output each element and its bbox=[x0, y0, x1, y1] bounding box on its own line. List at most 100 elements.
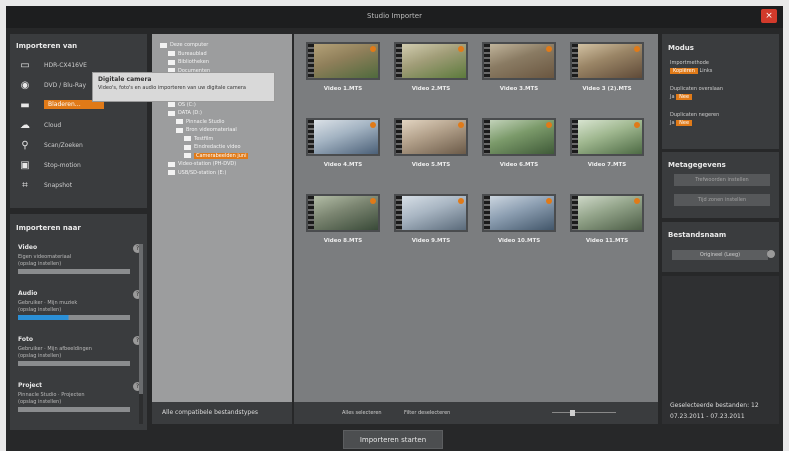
zoom-slider-handle[interactable] bbox=[570, 410, 575, 416]
media-thumbnail[interactable]: Video 8.MTS bbox=[306, 194, 380, 244]
skip-duplicates-yes[interactable]: Ja bbox=[670, 94, 675, 100]
tree-node-label: USB/SD-station (E:) bbox=[178, 169, 227, 176]
filename-dropdown[interactable]: Origineel (Leeg) bbox=[672, 250, 768, 260]
destination-scrollbar[interactable] bbox=[139, 244, 143, 424]
media-grid: Video 1.MTS Video 2.MTS Video 3.MTS Video 3… bbox=[294, 34, 658, 402]
source-item[interactable]: ⚲ Scan/Zoeken bbox=[10, 136, 147, 156]
filename-panel: Bestandsnaam Origineel (Leeg) bbox=[662, 222, 779, 272]
file-type-dropdown[interactable]: Alle compatibele bestandstypes bbox=[162, 409, 258, 416]
tree-node[interactable]: Bibliotheken bbox=[168, 59, 209, 65]
tree-node[interactable]: Bron videomateriaal bbox=[176, 127, 237, 133]
check-icon[interactable] bbox=[458, 122, 464, 128]
check-icon[interactable] bbox=[458, 198, 464, 204]
destination-set-storage[interactable]: (opslag instellen) bbox=[18, 261, 130, 267]
zoom-slider[interactable] bbox=[544, 410, 624, 416]
close-button[interactable]: × bbox=[761, 9, 777, 23]
import-method-value[interactable]: Kopiëren bbox=[670, 68, 698, 74]
destination-path[interactable]: Gebruiker · Mijn afbeeldingen bbox=[18, 346, 130, 352]
media-thumbnail[interactable]: Video 3.MTS bbox=[482, 42, 556, 92]
media-thumbnail[interactable]: Video 10.MTS bbox=[482, 194, 556, 244]
thumbnail-caption: Video 5.MTS bbox=[411, 162, 451, 168]
folder-icon bbox=[168, 161, 175, 167]
folder-icon bbox=[168, 51, 175, 56]
tree-node-label: Testfilm bbox=[194, 135, 214, 142]
media-thumbnail[interactable]: Video 3 (2).MTS bbox=[570, 42, 644, 92]
media-thumbnail[interactable]: Video 7.MTS bbox=[570, 118, 644, 168]
folder-icon bbox=[160, 42, 167, 48]
media-thumbnail[interactable]: Video 4.MTS bbox=[306, 118, 380, 168]
destination-path[interactable]: Eigen videomateriaal bbox=[18, 254, 130, 260]
source-item-label: Stop-motion bbox=[44, 162, 81, 169]
destination-path[interactable]: Gebruiker · Mijn muziek bbox=[18, 300, 130, 306]
media-thumbnail[interactable]: Video 2.MTS bbox=[394, 42, 468, 92]
check-icon[interactable] bbox=[634, 46, 640, 52]
check-icon[interactable] bbox=[546, 122, 552, 128]
destination-set-storage[interactable]: (opslag instellen) bbox=[18, 353, 130, 359]
selected-files-count: Geselecteerde bestanden: 12 bbox=[670, 402, 759, 409]
import-method-alt[interactable]: Links bbox=[700, 68, 713, 74]
tree-node[interactable]: Eindredactie video bbox=[184, 144, 241, 150]
destination-set-storage[interactable]: (opslag instellen) bbox=[18, 307, 130, 313]
destination-section: Project Pinnacle Studio · Projecten (opsla… bbox=[18, 382, 142, 412]
check-icon[interactable] bbox=[634, 198, 640, 204]
check-icon[interactable] bbox=[370, 46, 376, 52]
check-icon[interactable] bbox=[546, 198, 552, 204]
tree-node[interactable]: Deze computer bbox=[160, 42, 208, 48]
tree-node[interactable]: USB/SD-station (E:) bbox=[168, 170, 226, 176]
snapshot-icon: ⌗ bbox=[22, 180, 28, 191]
media-thumbnail[interactable]: Video 6.MTS bbox=[482, 118, 556, 168]
media-thumbnail[interactable]: Video 9.MTS bbox=[394, 194, 468, 244]
title-bar: Studio Importer × bbox=[6, 6, 783, 28]
source-item-label: Cloud bbox=[44, 122, 62, 129]
source-item[interactable]: ☁ Cloud bbox=[10, 116, 147, 136]
source-item[interactable]: ⌗ Snapshot bbox=[10, 176, 147, 196]
source-item[interactable]: ▣ Stop-motion bbox=[10, 156, 147, 176]
ignore-duplicates-yes[interactable]: Ja bbox=[670, 120, 675, 126]
media-thumbnail[interactable]: Video 1.MTS bbox=[306, 42, 380, 92]
folder-icon bbox=[168, 110, 175, 116]
ignore-duplicates-no[interactable]: Nee bbox=[676, 120, 693, 126]
check-icon[interactable] bbox=[370, 198, 376, 204]
tooltip-title: Digitale camera bbox=[98, 76, 152, 83]
tree-node[interactable]: Bureaublad bbox=[168, 51, 207, 57]
destination-section: Foto Gebruiker · Mijn afbeeldingen (opslag… bbox=[18, 336, 142, 366]
thumbnail-caption: Video 3 (2).MTS bbox=[582, 86, 632, 92]
timezone-button[interactable]: Tijd zonen instellen bbox=[674, 194, 770, 206]
tree-node[interactable]: DATA (D:) bbox=[168, 110, 202, 116]
thumbnail-caption: Video 1.MTS bbox=[323, 86, 363, 92]
tree-node[interactable]: Video-station (PH-DVD) bbox=[168, 161, 236, 167]
start-import-button[interactable]: Importeren starten bbox=[343, 430, 443, 449]
skip-duplicates-no[interactable]: Nee bbox=[676, 94, 693, 100]
media-thumbnail[interactable]: Video 11.MTS bbox=[570, 194, 644, 244]
thumbnail-caption: Video 2.MTS bbox=[411, 86, 451, 92]
filter-deselect-button[interactable]: Filter deselecteren bbox=[404, 410, 450, 416]
check-icon[interactable] bbox=[370, 122, 376, 128]
tree-node-label: Pinnacle Studio bbox=[186, 118, 225, 125]
check-icon[interactable] bbox=[546, 46, 552, 52]
skip-duplicates-label: Duplicaten overslaan bbox=[670, 86, 724, 92]
check-icon[interactable] bbox=[634, 122, 640, 128]
tooltip-text: Video's, foto's en audio importeren van … bbox=[98, 85, 246, 91]
folder-icon bbox=[168, 170, 175, 175]
thumbnail-caption: Video 10.MTS bbox=[497, 238, 541, 244]
check-icon[interactable] bbox=[458, 46, 464, 52]
cloud-icon: ☁ bbox=[20, 120, 30, 131]
file-type-filter-bar: Alle compatibele bestandstypes bbox=[152, 402, 292, 424]
media-thumbnail[interactable]: Video 5.MTS bbox=[394, 118, 468, 168]
ignore-duplicates-label: Duplicaten negeren bbox=[670, 112, 720, 118]
selected-date-range: 07.23.2011 - 07.23.2011 bbox=[670, 413, 745, 420]
tree-node[interactable]: Camerabeelden juni bbox=[184, 152, 249, 159]
thumbnail-image bbox=[394, 42, 468, 80]
destination-section: Audio Gebruiker · Mijn muziek (opslag inst… bbox=[18, 290, 142, 320]
tree-node[interactable]: Testfilm bbox=[184, 136, 213, 142]
thumbnail-image bbox=[306, 118, 380, 156]
help-icon[interactable] bbox=[767, 250, 775, 258]
tree-node[interactable]: OS (C:) bbox=[168, 102, 196, 108]
destination-path[interactable]: Pinnacle Studio · Projecten bbox=[18, 392, 130, 398]
destination-set-storage[interactable]: (opslag instellen) bbox=[18, 399, 130, 405]
source-item-label: Scan/Zoeken bbox=[44, 142, 83, 149]
select-all-button[interactable]: Alles selecteren bbox=[342, 410, 382, 416]
tree-node[interactable]: Pinnacle Studio bbox=[176, 119, 224, 125]
tree-node-label: Video-station (PH-DVD) bbox=[178, 161, 237, 167]
keywords-button[interactable]: Trefwoorden instellen bbox=[674, 174, 770, 186]
